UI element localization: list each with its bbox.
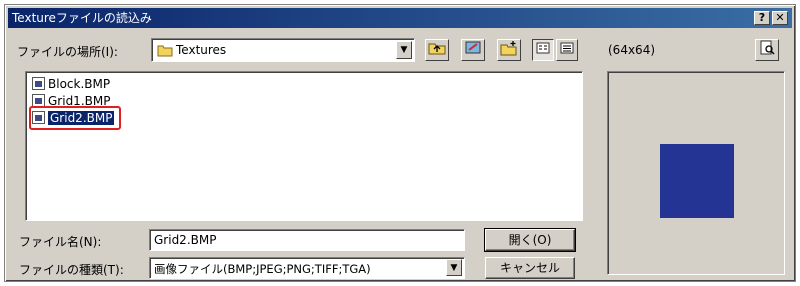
up-folder-button[interactable] [425, 39, 449, 61]
cancel-button[interactable]: キャンセル [485, 257, 575, 279]
bitmap-file-icon [32, 77, 45, 90]
details-view-icon [560, 42, 574, 57]
up-folder-icon [428, 42, 446, 57]
location-combobox[interactable]: Textures ▼ [151, 38, 415, 62]
new-folder-icon [500, 41, 518, 57]
selection-highlight [29, 106, 121, 130]
filetype-value: 画像ファイル(BMP;JPEG;PNG;TIFF;TGA) [154, 262, 371, 276]
open-button[interactable]: 開く(O) [484, 228, 576, 252]
chevron-down-icon: ▼ [400, 45, 408, 55]
list-view-icon [536, 42, 550, 57]
details-view-button[interactable] [556, 39, 578, 61]
filetype-dropdown-button[interactable]: ▼ [446, 259, 462, 276]
desktop-icon [464, 41, 482, 57]
title-bar[interactable]: Textureファイルの読込み ? ✕ [8, 8, 792, 28]
preview-toggle-button[interactable] [755, 39, 779, 61]
file-name: Block.BMP [48, 77, 111, 91]
location-label: ファイルの場所(I): [17, 45, 118, 59]
chevron-down-icon: ▼ [450, 263, 458, 273]
location-value: Textures [176, 43, 227, 57]
filename-input[interactable]: Grid2.BMP [149, 229, 465, 251]
window-title: Textureファイルの読込み [12, 11, 152, 25]
preview-pane [607, 71, 785, 275]
filetype-combobox[interactable]: 画像ファイル(BMP;JPEG;PNG;TIFF;TGA) ▼ [149, 257, 465, 279]
help-button[interactable]: ? [754, 11, 770, 25]
folder-icon [157, 44, 173, 60]
filename-value: Grid2.BMP [154, 233, 217, 247]
desktop-button[interactable] [461, 39, 485, 61]
texture-open-dialog: Textureファイルの読込み ? ✕ ファイルの場所(I): Textures… [4, 4, 796, 282]
texture-preview [660, 144, 734, 218]
preview-size-text: (64x64) [608, 43, 656, 57]
file-item-block[interactable]: Block.BMP [32, 76, 110, 93]
filetype-label: ファイルの種類(T): [19, 263, 124, 277]
location-dropdown-button[interactable]: ▼ [396, 41, 412, 59]
new-folder-button[interactable] [497, 39, 521, 61]
file-list[interactable]: Block.BMP Grid1.BMP Grid2.BMP [25, 71, 583, 221]
close-button[interactable]: ✕ [772, 11, 788, 25]
list-view-button[interactable] [532, 39, 554, 61]
filename-label: ファイル名(N): [19, 235, 102, 249]
preview-toggle-icon [759, 40, 775, 57]
